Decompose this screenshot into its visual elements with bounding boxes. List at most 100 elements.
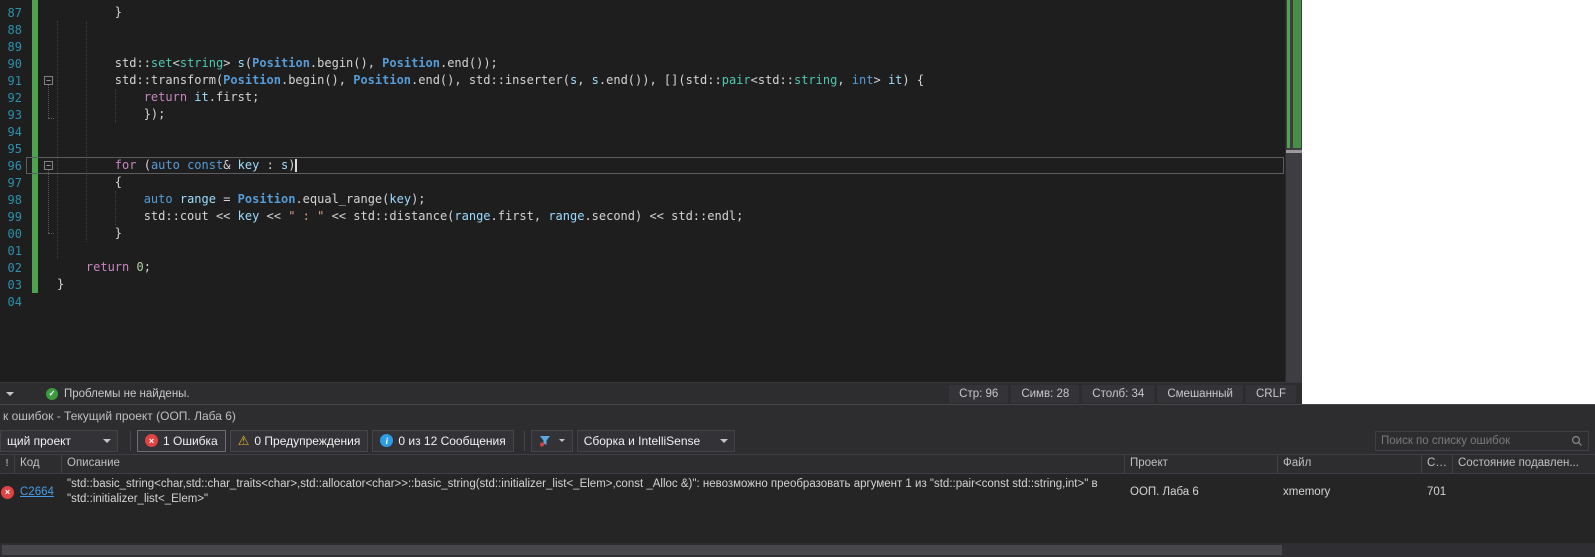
code-line[interactable]: 91 − std::transform(Position.begin(), Pos… <box>0 72 1285 89</box>
messages-filter-button[interactable]: i 0 из 12 Сообщения <box>372 429 514 452</box>
file-column-header[interactable]: Файл <box>1278 455 1422 473</box>
suppression-column-header[interactable]: Состояние подавлен... <box>1453 455 1595 473</box>
health-dropdown-button[interactable] <box>0 383 20 404</box>
line-number[interactable]: 90 <box>0 57 22 71</box>
filter-button[interactable] <box>530 429 573 452</box>
chevron-down-icon <box>558 439 565 442</box>
scope-filter-dropdown[interactable]: щий проект <box>0 429 118 452</box>
editor-status-bar: ✓ Проблемы не найдены. Стр: 96 Симв: 28 … <box>0 382 1302 404</box>
status-encoding-indicator[interactable]: Смешанный <box>1157 384 1243 403</box>
error-list-search-box <box>1375 430 1589 451</box>
error-list-search-input[interactable] <box>1376 434 1570 447</box>
code-line[interactable]: 96 − for (auto const& key : s) <box>0 157 1285 174</box>
code-gutter <box>22 106 57 123</box>
code-line[interactable]: 02 return 0; <box>0 259 1285 276</box>
errors-filter-button[interactable]: × 1 Ошибка <box>137 429 226 452</box>
line-number[interactable]: 98 <box>0 193 22 207</box>
code-line[interactable]: 92 return it.first; <box>0 89 1285 106</box>
line-number[interactable]: 93 <box>0 108 22 122</box>
line-number[interactable]: 04 <box>0 295 22 309</box>
code-line[interactable]: 93 }); <box>0 106 1285 123</box>
line-column-header[interactable]: Ст... <box>1422 455 1453 473</box>
severity-column-header[interactable]: ! <box>0 455 15 473</box>
code-column-header[interactable]: Код <box>15 455 62 473</box>
status-char-indicator[interactable]: Симв: 28 <box>1011 384 1080 403</box>
status-indicators: Стр: 96 Симв: 28 Столб: 34 Смешанный CRL… <box>949 383 1302 404</box>
code-text: } <box>114 5 123 19</box>
code-line[interactable]: 99 std::cout << key << " : " << std::dis… <box>0 208 1285 225</box>
line-number[interactable]: 91 <box>0 74 22 88</box>
code-text <box>57 293 1285 310</box>
status-line-indicator[interactable]: Стр: 96 <box>949 384 1009 403</box>
code-line[interactable]: 90 std::set<string> s(Position.begin(), … <box>0 55 1285 72</box>
code-line[interactable]: 03} <box>0 276 1285 293</box>
line-number[interactable]: 94 <box>0 125 22 139</box>
error-list-toolbar: щий проект × 1 Ошибка ⚠ 0 Предупреждения… <box>0 427 1595 455</box>
line-number[interactable]: 00 <box>0 227 22 241</box>
error-list-rows: × C2664 "std::basic_string<char,std::char_… <box>0 474 1595 510</box>
error-row[interactable]: × C2664 "std::basic_string<char,std::char_… <box>0 474 1595 510</box>
status-line-ending-indicator[interactable]: CRLF <box>1245 384 1296 403</box>
line-number[interactable]: 03 <box>0 278 22 292</box>
code-line[interactable]: 97 { <box>0 174 1285 191</box>
search-icon <box>1571 435 1582 446</box>
line-number[interactable]: 02 <box>0 261 22 275</box>
source-filter-value: Сборка и IntelliSense <box>583 433 701 448</box>
error-list-panel: к ошибок - Текущий проект (ООП. Лаба 6) … <box>0 404 1595 557</box>
code-text: }); <box>143 107 166 121</box>
source-filter-dropdown[interactable]: Сборка и IntelliSense <box>576 429 735 452</box>
line-number[interactable]: 96 <box>0 159 22 173</box>
fold-collapse-toggle[interactable]: − <box>44 76 53 85</box>
line-number[interactable]: 87 <box>0 6 22 20</box>
line-number[interactable]: 89 <box>0 40 22 54</box>
code-gutter <box>22 21 57 38</box>
health-status-text: Проблемы не найдены. <box>64 387 190 400</box>
code-area[interactable]: 87 }8889 90 std::set<string> s(Position.b… <box>0 0 1285 382</box>
code-line[interactable]: 04 <box>0 293 1285 310</box>
warning-icon: ⚠ <box>237 433 250 448</box>
code-text: std::cout << key << " : " << std::distan… <box>143 209 744 223</box>
code-text: auto range = Position.equal_range(key); <box>143 192 426 206</box>
code-text <box>57 242 1285 259</box>
line-number[interactable]: 99 <box>0 210 22 224</box>
error-list-horizontal-scrollbar[interactable] <box>0 543 1595 557</box>
fold-collapse-toggle[interactable]: − <box>44 161 53 170</box>
error-code-link[interactable]: C2664 <box>20 486 54 498</box>
code-text <box>57 38 1285 55</box>
line-number[interactable]: 97 <box>0 176 22 190</box>
line-number[interactable]: 88 <box>0 23 22 37</box>
code-line[interactable]: 95 <box>0 140 1285 157</box>
status-column-indicator[interactable]: Столб: 34 <box>1082 384 1155 403</box>
error-severity-cell: × <box>0 485 15 499</box>
code-gutter <box>22 191 57 208</box>
line-number[interactable]: 01 <box>0 244 22 258</box>
code-text: { <box>114 175 123 189</box>
code-line[interactable]: 87 } <box>0 4 1285 21</box>
project-column-header[interactable]: Проект <box>1125 455 1278 473</box>
messages-filter-label: 0 из 12 Сообщения <box>398 433 506 448</box>
line-number[interactable]: 95 <box>0 142 22 156</box>
code-line[interactable]: 88 <box>0 21 1285 38</box>
code-line[interactable]: 98 auto range = Position.equal_range(key… <box>0 191 1285 208</box>
code-line[interactable]: 94 <box>0 123 1285 140</box>
toolbar-separator <box>130 430 131 451</box>
code-lines: 87 }8889 90 std::set<string> s(Position.b… <box>0 0 1285 310</box>
code-gutter <box>22 55 57 72</box>
code-line[interactable]: 00 } <box>0 225 1285 242</box>
code-line[interactable]: 01 <box>0 242 1285 259</box>
editor-vertical-scrollbar[interactable] <box>1285 0 1302 382</box>
scrollbar-caret-position-mark <box>1286 150 1302 153</box>
error-icon: × <box>1 485 14 499</box>
chevron-down-icon <box>103 438 111 443</box>
warnings-filter-button[interactable]: ⚠ 0 Предупреждения <box>229 429 369 452</box>
scrollbar-thumb[interactable] <box>2 545 1282 555</box>
code-line[interactable]: 89 <box>0 38 1285 55</box>
code-gutter <box>22 293 57 310</box>
line-number[interactable]: 92 <box>0 91 22 105</box>
description-column-header[interactable]: Описание <box>62 455 1125 473</box>
code-gutter <box>22 89 57 106</box>
error-description-cell: "std::basic_string<char,std::char_traits… <box>67 478 1098 505</box>
error-list-title-bar[interactable]: к ошибок - Текущий проект (ООП. Лаба 6) <box>0 405 1595 427</box>
errors-filter-label: 1 Ошибка <box>163 433 218 448</box>
scrollbar-change-mark <box>1293 0 1301 148</box>
